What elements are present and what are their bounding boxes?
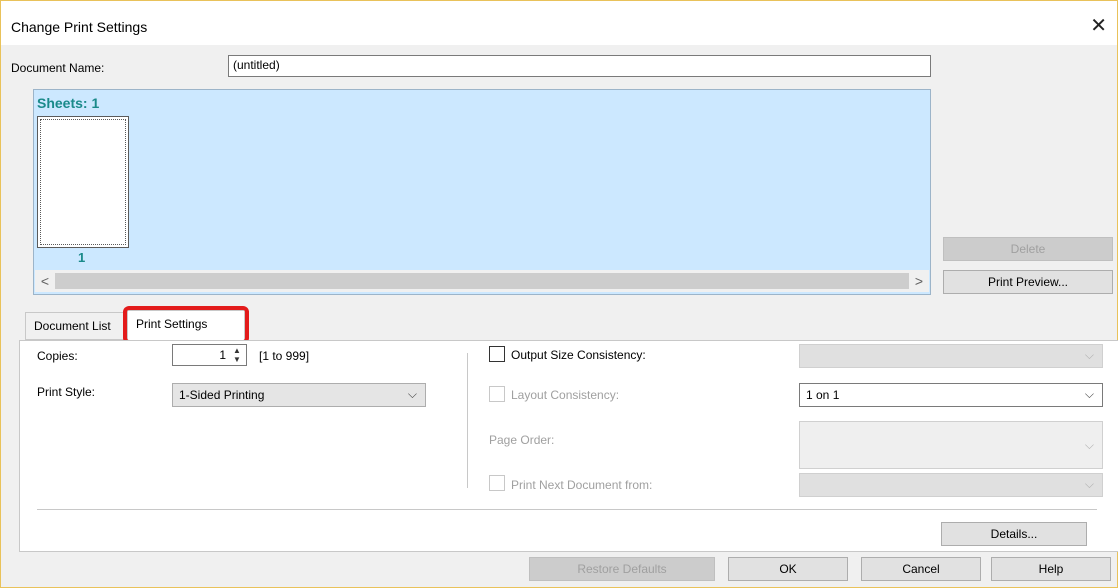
output-size-label: Output Size Consistency:	[511, 348, 646, 362]
delete-button[interactable]: Delete	[943, 237, 1113, 261]
panel-separator	[37, 509, 1097, 510]
close-icon[interactable]: ✕	[1090, 15, 1107, 35]
sheet-number-label: 1	[78, 250, 86, 265]
document-name-field[interactable]: (untitled)	[228, 55, 931, 77]
tab-print-settings[interactable]: Print Settings	[127, 310, 245, 340]
scrollbar-thumb[interactable]	[55, 273, 909, 289]
chevron-down-icon: ⌵	[1084, 438, 1094, 452]
chevron-down-icon: ⌵	[1084, 477, 1094, 491]
document-name-label: Document Name:	[11, 61, 105, 75]
title-bar: Change Print Settings ✕	[1, 1, 1117, 45]
scroll-right-icon[interactable]: >	[910, 271, 928, 291]
layout-consistency-value: 1 on 1	[806, 388, 840, 402]
layout-consistency-label: Layout Consistency:	[511, 388, 620, 402]
scroll-left-icon[interactable]: <	[36, 271, 54, 291]
details-button[interactable]: Details...	[941, 522, 1087, 546]
copies-range-label: [1 to 999]	[259, 349, 310, 363]
chevron-down-icon: ⌵	[407, 387, 417, 401]
output-size-checkbox[interactable]	[489, 346, 505, 362]
spinner-arrows-icon[interactable]: ▲ ▼	[229, 346, 245, 364]
chevron-down-icon: ⌵	[1084, 387, 1094, 401]
ok-button[interactable]: OK	[728, 557, 848, 581]
print-next-document-label: Print Next Document from:	[511, 478, 653, 492]
sheets-preview-area[interactable]: Sheets: 1 1 < >	[33, 89, 931, 295]
sheets-count-label: Sheets: 1	[37, 95, 100, 111]
cancel-button[interactable]: Cancel	[861, 557, 981, 581]
chevron-down-icon: ⌵	[1084, 348, 1094, 362]
page-order-select[interactable]: ⌵	[799, 421, 1103, 469]
horizontal-scrollbar[interactable]: < >	[35, 270, 929, 292]
panel-divider	[467, 353, 468, 488]
dialog-title: Change Print Settings	[11, 19, 148, 35]
change-print-settings-dialog: Change Print Settings ✕ Document Name: (…	[0, 0, 1118, 588]
print-preview-button[interactable]: Print Preview...	[943, 270, 1113, 294]
print-next-document-select[interactable]: ⌵	[799, 473, 1103, 497]
output-size-select[interactable]: ⌵	[799, 344, 1103, 368]
print-style-select[interactable]: 1-Sided Printing ⌵	[172, 383, 426, 407]
print-style-label: Print Style:	[37, 385, 96, 399]
print-style-value: 1-Sided Printing	[179, 388, 265, 402]
restore-defaults-button[interactable]: Restore Defaults	[529, 557, 715, 581]
sheet-thumbnail[interactable]	[37, 116, 129, 248]
copies-label: Copies:	[37, 349, 78, 363]
copies-stepper[interactable]: 1 ▲ ▼	[172, 344, 247, 366]
page-order-label: Page Order:	[489, 433, 555, 447]
print-next-document-checkbox[interactable]	[489, 475, 505, 491]
layout-consistency-checkbox[interactable]	[489, 386, 505, 402]
layout-consistency-select[interactable]: 1 on 1 ⌵	[799, 383, 1103, 407]
help-button[interactable]: Help	[991, 557, 1111, 581]
tab-document-list[interactable]: Document List	[25, 312, 125, 340]
copies-value: 1	[219, 348, 226, 362]
